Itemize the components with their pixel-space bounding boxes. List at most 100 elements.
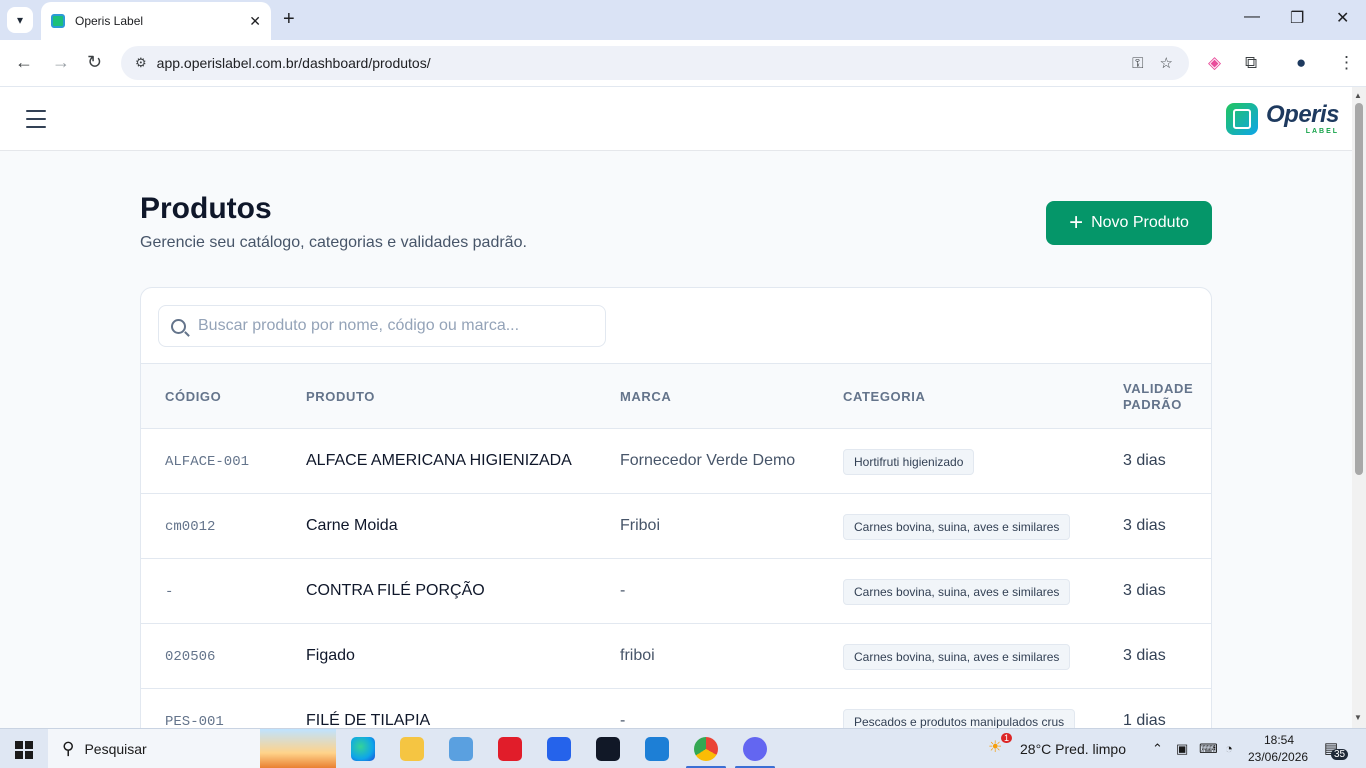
category-badge: Carnes bovina, suina, aves e similares bbox=[843, 644, 1071, 670]
tab-search-button[interactable]: ▾ bbox=[7, 7, 33, 33]
windows-start-icon[interactable] bbox=[15, 741, 33, 759]
puzzle-icon[interactable]: ⧉ bbox=[1245, 53, 1257, 73]
file-explorer-icon[interactable] bbox=[400, 737, 424, 761]
vscode-icon[interactable] bbox=[645, 737, 669, 761]
hamburger-menu-icon[interactable] bbox=[26, 110, 46, 128]
taskbar: ⚲ Pesquisar ☀ 1 28°C Pred. limpo ⌃ ▣ ⌨ ◔… bbox=[0, 728, 1366, 768]
header-validity[interactable]: VALIDADE PADRÃO bbox=[1123, 381, 1203, 413]
page-scrollbar[interactable]: ▲ ▼ bbox=[1352, 87, 1366, 728]
brand-logo[interactable]: Operis LABEL bbox=[1226, 101, 1340, 135]
taskbar-search[interactable]: ⚲ Pesquisar bbox=[48, 729, 336, 768]
logo-icon bbox=[1226, 103, 1258, 135]
favicon-icon bbox=[51, 14, 65, 28]
category-badge: Carnes bovina, suina, aves e similares bbox=[843, 514, 1071, 540]
header-code[interactable]: CÓDIGO bbox=[165, 389, 221, 404]
cell-validity: 3 dias bbox=[1123, 452, 1166, 469]
ime-icon[interactable]: ⌨ bbox=[1199, 741, 1218, 757]
forward-icon[interactable]: → bbox=[52, 52, 70, 73]
cell-brand: friboi bbox=[620, 647, 655, 664]
category-badge: Carnes bovina, suina, aves e similares bbox=[843, 579, 1071, 605]
scroll-thumb[interactable] bbox=[1355, 103, 1363, 475]
office-icon[interactable] bbox=[498, 737, 522, 761]
cell-brand: - bbox=[620, 582, 626, 599]
new-product-button[interactable]: + Novo Produto bbox=[1046, 201, 1212, 245]
scroll-down-icon[interactable]: ▼ bbox=[1354, 713, 1362, 722]
page-title: Produtos bbox=[140, 192, 272, 225]
cell-brand: Friboi bbox=[620, 517, 661, 534]
reload-icon[interactable]: ↻ bbox=[87, 52, 102, 73]
logo-sub: LABEL bbox=[1305, 128, 1340, 135]
search-box[interactable] bbox=[158, 305, 606, 347]
category-badge: Hortifruti higienizado bbox=[843, 449, 975, 475]
cell-validity: 3 dias bbox=[1123, 647, 1166, 664]
browser-tab[interactable]: Operis Label ✕ bbox=[41, 2, 271, 40]
products-card: CÓDIGO PRODUTO MARCA CATEGORIA VALIDADE … bbox=[140, 287, 1212, 747]
search-icon bbox=[171, 318, 186, 334]
cell-validity: 3 dias bbox=[1123, 517, 1166, 534]
menu-dots-icon[interactable]: ⋮ bbox=[1338, 53, 1355, 73]
minimize-icon[interactable]: — bbox=[1244, 8, 1260, 26]
cell-product: Figado bbox=[306, 647, 355, 664]
camera-icon[interactable]: ▣ bbox=[1176, 741, 1188, 757]
address-bar[interactable]: ⚙ app.operislabel.com.br/dashboard/produ… bbox=[121, 46, 1189, 80]
cell-code: 020506 bbox=[165, 649, 216, 665]
header-category[interactable]: CATEGORIA bbox=[843, 389, 925, 404]
new-tab-button[interactable]: + bbox=[283, 8, 295, 30]
app-icon[interactable] bbox=[449, 737, 473, 761]
browser-tabbar: ▾ Operis Label ✕ + — ❐ ✕ bbox=[0, 0, 1366, 40]
table-row[interactable]: ALFACE-001 ALFACE AMERICANA HIGIENIZADA … bbox=[141, 429, 1211, 494]
inkscape-icon[interactable] bbox=[596, 737, 620, 761]
new-product-label: Novo Produto bbox=[1091, 214, 1189, 231]
header-product[interactable]: PRODUTO bbox=[306, 389, 375, 404]
clock-time[interactable]: 18:54 bbox=[1264, 733, 1294, 747]
profile-icon[interactable]: ● bbox=[1296, 53, 1306, 73]
header-validity-line1: VALIDADE bbox=[1123, 381, 1194, 396]
close-icon[interactable]: ✕ bbox=[249, 13, 261, 30]
notification-count: 35 bbox=[1331, 749, 1349, 760]
url-text[interactable]: app.operislabel.com.br/dashboard/produto… bbox=[157, 55, 1132, 71]
cell-code: - bbox=[165, 584, 174, 600]
star-icon[interactable]: ☆ bbox=[1160, 54, 1173, 72]
cell-product: ALFACE AMERICANA HIGIENIZADA bbox=[306, 452, 572, 469]
tab-title: Operis Label bbox=[75, 14, 144, 28]
weather-badge: 1 bbox=[1001, 733, 1013, 743]
cell-brand: Fornecedor Verde Demo bbox=[620, 452, 796, 469]
table-row[interactable]: - CONTRA FILÉ PORÇÃO - Carnes bovina, su… bbox=[141, 559, 1211, 624]
chrome-icon[interactable] bbox=[694, 737, 718, 761]
back-icon[interactable]: ← bbox=[15, 52, 33, 73]
table-row[interactable]: 020506 Figado friboi Carnes bovina, suin… bbox=[141, 624, 1211, 689]
cell-product: CONTRA FILÉ PORÇÃO bbox=[306, 582, 485, 599]
translator-icon[interactable] bbox=[547, 737, 571, 761]
extension-icon[interactable]: ◈ bbox=[1208, 53, 1221, 73]
table-row[interactable]: cm0012 Carne Moida Friboi Carnes bovina,… bbox=[141, 494, 1211, 559]
chevron-up-icon[interactable]: ⌃ bbox=[1152, 741, 1163, 757]
scroll-up-icon[interactable]: ▲ bbox=[1354, 91, 1362, 100]
edge-icon[interactable] bbox=[351, 737, 375, 761]
search-highlight-image bbox=[260, 729, 336, 768]
page-subtitle: Gerencie seu catálogo, categorias e vali… bbox=[140, 234, 527, 251]
window-close-icon[interactable]: ✕ bbox=[1336, 8, 1349, 28]
search-icon: ⚲ bbox=[62, 739, 75, 758]
app-header: Operis LABEL bbox=[0, 87, 1352, 151]
logo-name: Operis bbox=[1266, 101, 1340, 128]
header-validity-line2: PADRÃO bbox=[1123, 397, 1182, 412]
taskbar-search-label: Pesquisar bbox=[84, 741, 147, 757]
app-icon[interactable] bbox=[743, 737, 767, 761]
browser-toolbar: ← → ↻ ⚙ app.operislabel.com.br/dashboard… bbox=[0, 40, 1366, 87]
cell-code: ALFACE-001 bbox=[165, 454, 250, 470]
site-info-icon[interactable]: ⚙ bbox=[135, 55, 147, 71]
maximize-icon[interactable]: ❐ bbox=[1290, 8, 1304, 28]
clock-date[interactable]: 23/06/2026 bbox=[1248, 750, 1308, 764]
plus-icon: + bbox=[1069, 209, 1084, 236]
search-input[interactable] bbox=[198, 317, 578, 335]
wifi-icon[interactable]: ◔ bbox=[1225, 741, 1233, 756]
key-icon[interactable]: ⚿ bbox=[1132, 55, 1143, 72]
weather-icon[interactable]: ☀ bbox=[988, 737, 1002, 757]
table-header: CÓDIGO PRODUTO MARCA CATEGORIA VALIDADE … bbox=[141, 363, 1211, 429]
weather-text[interactable]: 28°C Pred. limpo bbox=[1020, 741, 1126, 757]
header-brand[interactable]: MARCA bbox=[620, 389, 671, 404]
chevron-down-icon: ▾ bbox=[16, 13, 24, 27]
cell-product: Carne Moida bbox=[306, 517, 398, 534]
cell-validity: 3 dias bbox=[1123, 582, 1166, 599]
cell-code: cm0012 bbox=[165, 519, 216, 535]
